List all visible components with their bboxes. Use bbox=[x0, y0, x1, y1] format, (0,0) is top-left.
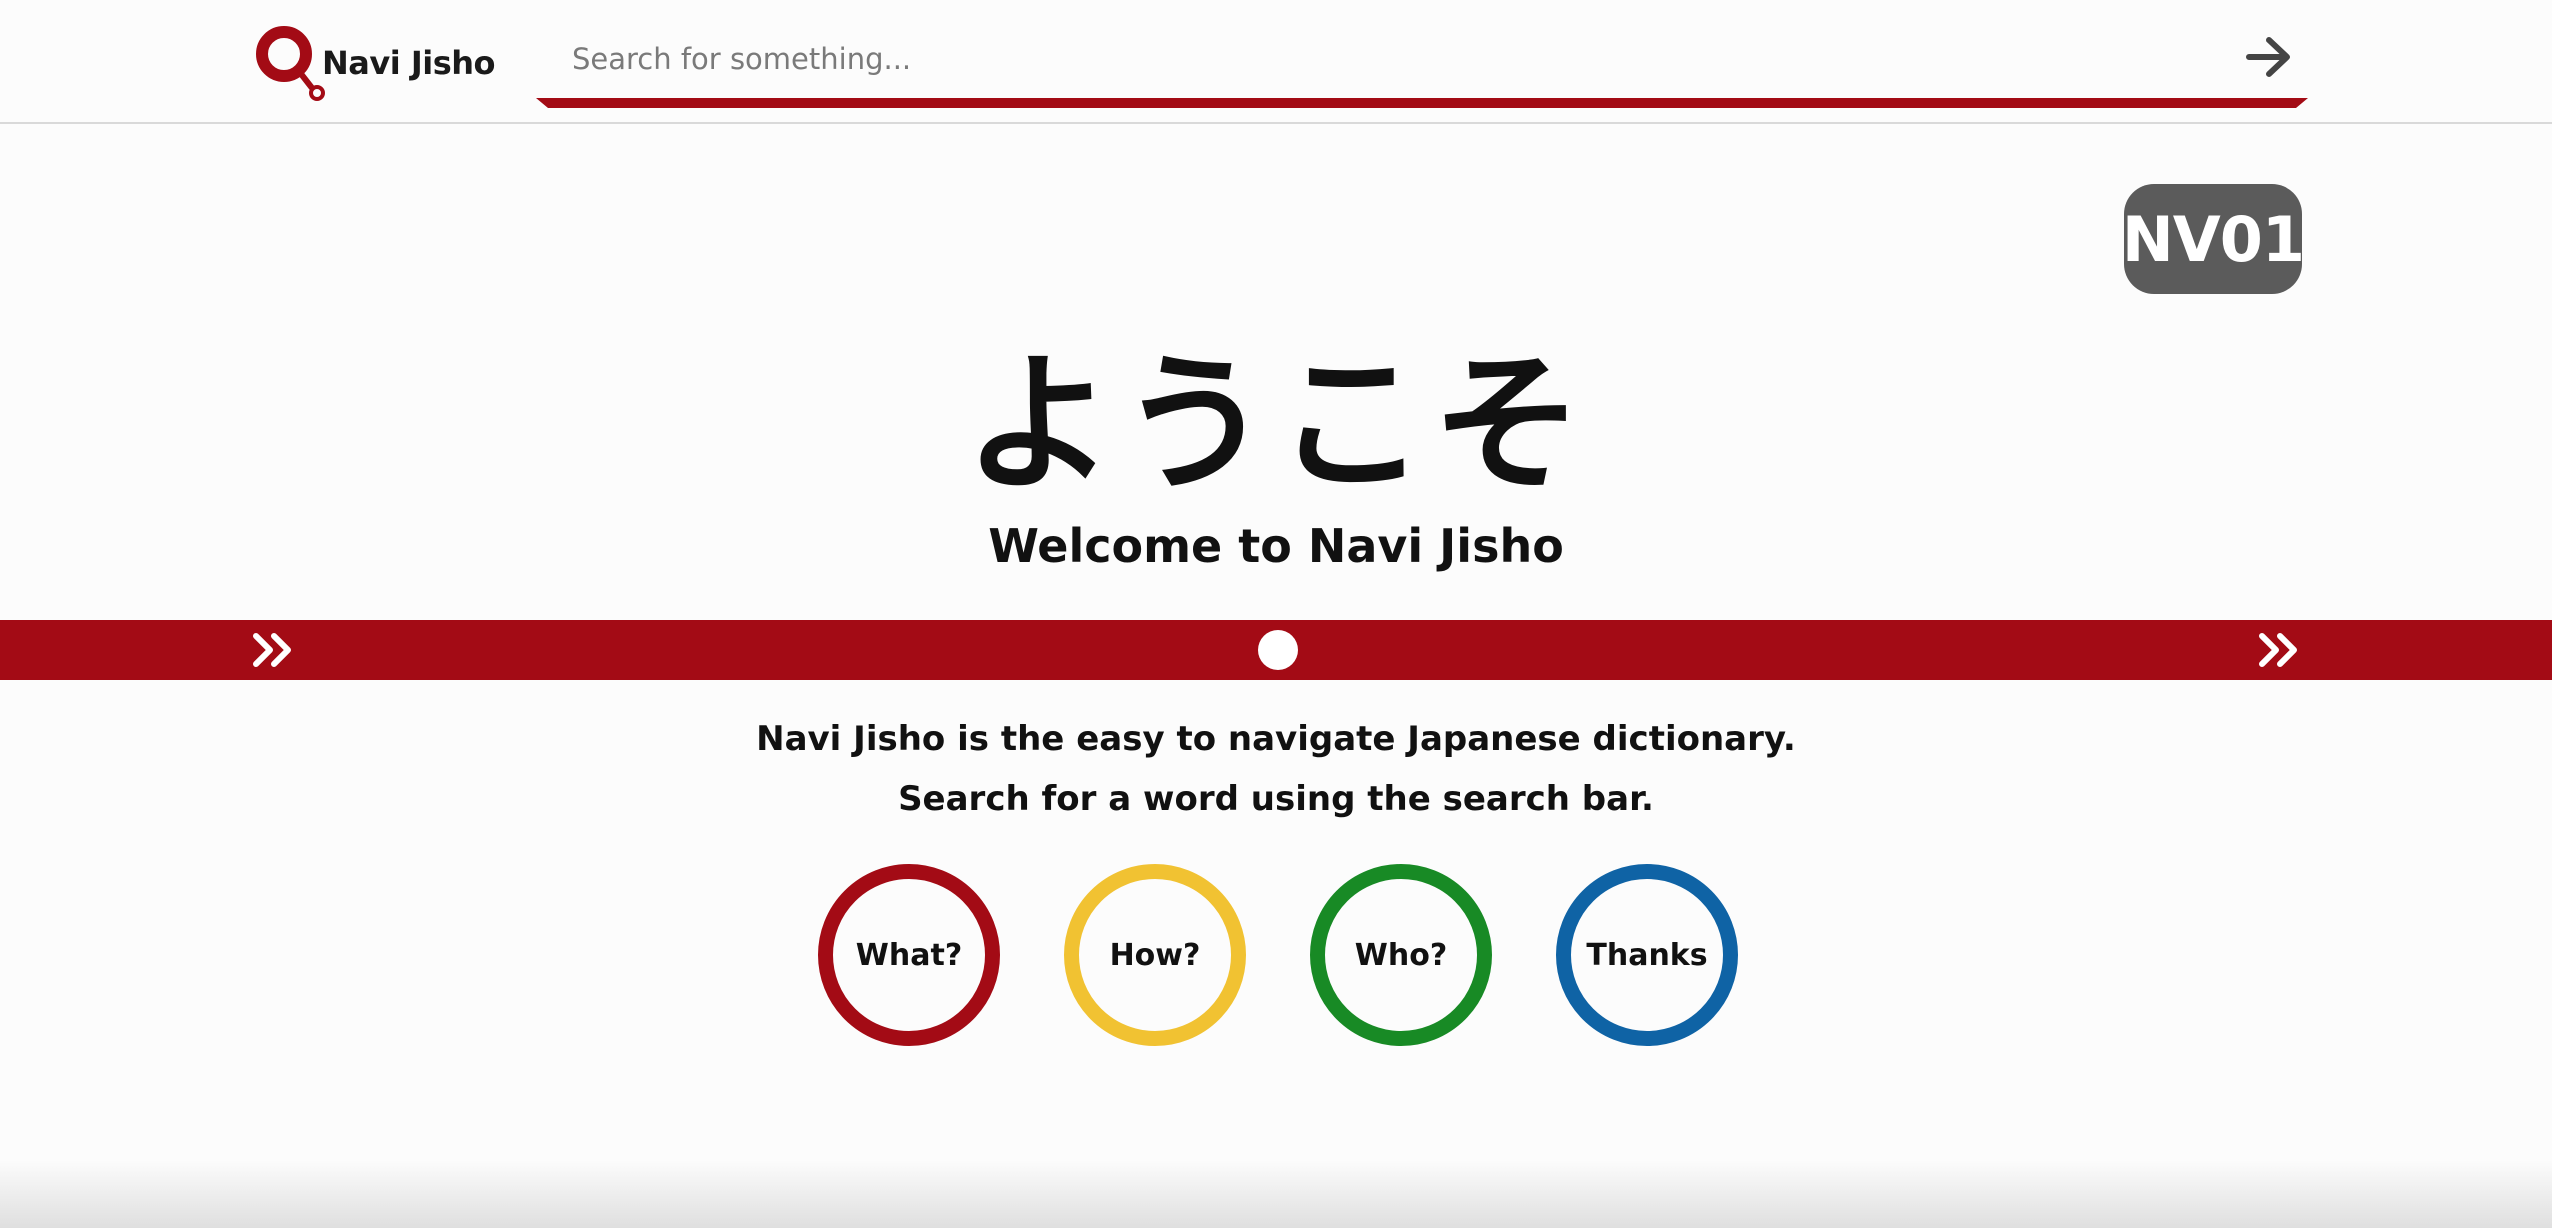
description-line: Search for a word using the search bar. bbox=[898, 779, 1654, 819]
search-input[interactable] bbox=[536, 16, 2226, 102]
hero-japanese-title: ようこそ bbox=[963, 338, 1588, 512]
search-submit-button[interactable] bbox=[2236, 24, 2302, 90]
station-badge: NV01 bbox=[2122, 184, 2305, 294]
double-chevron-right-icon bbox=[2259, 633, 2297, 667]
station-dot bbox=[1258, 630, 1298, 670]
line-track bbox=[0, 620, 2552, 680]
double-chevron-right-icon bbox=[253, 633, 291, 667]
logo[interactable]: Navi Jisho bbox=[254, 24, 496, 104]
search-bar bbox=[536, 16, 2308, 110]
thanks-button[interactable]: Thanks bbox=[1556, 864, 1738, 1046]
what-button[interactable]: What? bbox=[818, 864, 1000, 1046]
circle-label: What? bbox=[855, 937, 963, 973]
circle-label: Thanks bbox=[1586, 937, 1708, 973]
bottom-shadow bbox=[0, 1160, 2552, 1228]
description-line: Navi Jisho is the easy to navigate Japan… bbox=[756, 719, 1796, 759]
hero-english-title: Welcome to Navi Jisho bbox=[988, 519, 1564, 573]
arrow-right-icon bbox=[2246, 37, 2290, 77]
how-button[interactable]: How? bbox=[1064, 864, 1246, 1046]
circle-label: Who? bbox=[1354, 937, 1448, 973]
search-underline bbox=[536, 98, 2308, 108]
magnifier-logo-icon bbox=[256, 26, 325, 101]
who-button[interactable]: Who? bbox=[1310, 864, 1492, 1046]
app-name: Navi Jisho bbox=[322, 44, 496, 82]
circle-label: How? bbox=[1109, 937, 1201, 973]
top-header: Navi Jisho bbox=[0, 0, 2552, 124]
